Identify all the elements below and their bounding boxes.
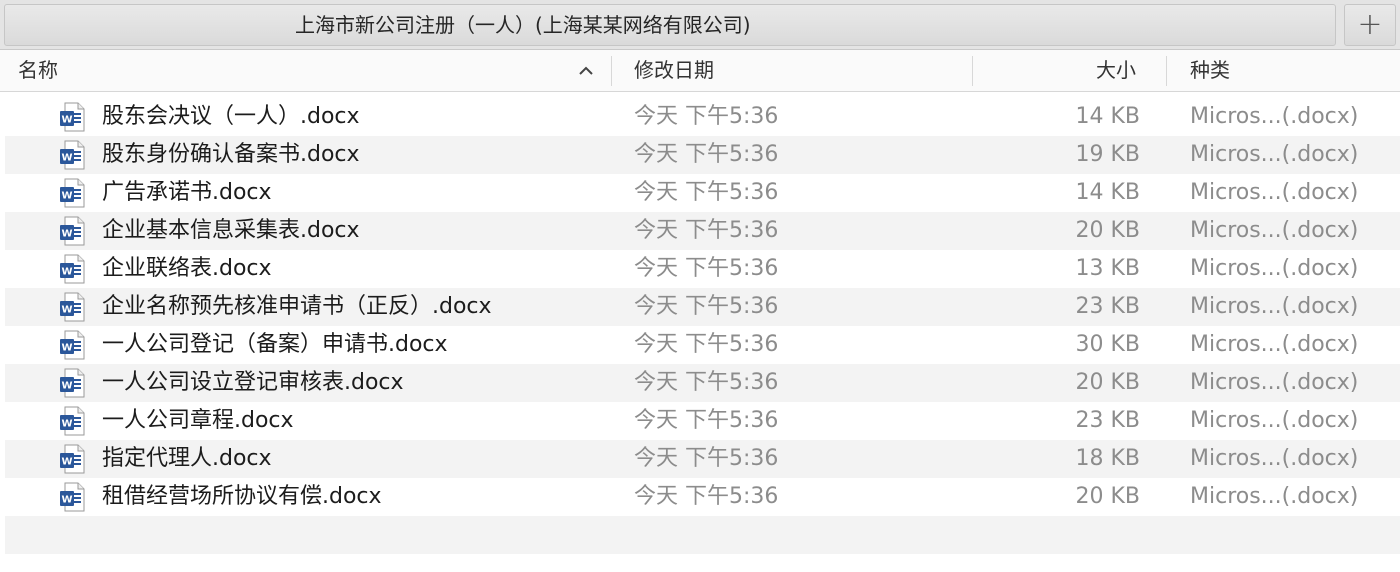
word-document-icon[interactable]: W xyxy=(59,178,87,208)
column-header-size[interactable]: 大小 xyxy=(1096,50,1136,91)
file-name: 广告承诺书.docx xyxy=(102,180,272,205)
word-document-icon[interactable]: W xyxy=(59,482,87,512)
file-row[interactable]: W 企业联络表.docx 今天 下午5:36 13 KB Micros...(.docx… xyxy=(5,250,1400,288)
file-size: 20 KB xyxy=(1075,218,1140,243)
file-modified-date: 今天 下午5:36 xyxy=(634,446,779,471)
file-size: 13 KB xyxy=(1075,256,1140,281)
file-kind: Micros...(.docx) xyxy=(1190,180,1359,205)
file-row[interactable]: W 股东身份确认备案书.docx 今天 下午5:36 19 KB Micros...(.… xyxy=(5,136,1400,174)
column-header-kind[interactable]: 种类 xyxy=(1190,50,1230,91)
file-kind: Micros...(.docx) xyxy=(1190,370,1359,395)
word-document-icon[interactable]: W xyxy=(59,216,87,246)
word-document-icon[interactable]: W xyxy=(59,254,87,284)
file-name: 股东身份确认备案书.docx xyxy=(102,142,360,167)
file-size: 18 KB xyxy=(1075,446,1140,471)
file-size: 20 KB xyxy=(1075,370,1140,395)
svg-text:W: W xyxy=(61,495,72,506)
file-size: 23 KB xyxy=(1075,294,1140,319)
file-list: W 股东会决议（一人）.docx 今天 下午5:36 14 KB Micros...(.… xyxy=(0,92,1400,572)
word-document-icon[interactable]: W xyxy=(59,444,87,474)
file-row[interactable]: W 股东会决议（一人）.docx 今天 下午5:36 14 KB Micros...(.… xyxy=(5,98,1400,136)
column-header-name[interactable]: 名称 xyxy=(18,50,58,91)
column-divider[interactable] xyxy=(972,56,973,86)
file-name: 指定代理人.docx xyxy=(102,446,272,471)
file-name: 企业名称预先核准申请书（正反）.docx xyxy=(102,294,492,319)
svg-text:W: W xyxy=(61,191,72,202)
file-kind: Micros...(.docx) xyxy=(1190,104,1359,129)
file-kind: Micros...(.docx) xyxy=(1190,446,1359,471)
file-modified-date: 今天 下午5:36 xyxy=(634,142,779,167)
file-size: 14 KB xyxy=(1075,180,1140,205)
svg-text:W: W xyxy=(61,115,72,126)
file-kind: Micros...(.docx) xyxy=(1190,142,1359,167)
svg-text:W: W xyxy=(61,343,72,354)
file-kind: Micros...(.docx) xyxy=(1190,408,1359,433)
file-row[interactable]: W 一人公司设立登记审核表.docx 今天 下午5:36 20 KB Micros...… xyxy=(5,364,1400,402)
svg-text:W: W xyxy=(61,419,72,430)
file-modified-date: 今天 下午5:36 xyxy=(634,332,779,357)
file-name: 企业联络表.docx xyxy=(102,256,272,281)
file-row[interactable]: W 广告承诺书.docx 今天 下午5:36 14 KB Micros...(.docx… xyxy=(5,174,1400,212)
empty-row xyxy=(5,516,1400,554)
column-header: 名称 修改日期 大小 种类 xyxy=(0,50,1400,92)
file-size: 20 KB xyxy=(1075,484,1140,509)
file-modified-date: 今天 下午5:36 xyxy=(634,294,779,319)
column-header-date[interactable]: 修改日期 xyxy=(634,50,714,91)
svg-text:W: W xyxy=(61,381,72,392)
file-size: 19 KB xyxy=(1075,142,1140,167)
word-document-icon[interactable]: W xyxy=(59,330,87,360)
svg-text:W: W xyxy=(61,267,72,278)
word-document-icon[interactable]: W xyxy=(59,140,87,170)
file-modified-date: 今天 下午5:36 xyxy=(634,408,779,433)
plus-icon: + xyxy=(1357,7,1383,42)
file-size: 23 KB xyxy=(1075,408,1140,433)
file-row[interactable]: W 一人公司章程.docx 今天 下午5:36 23 KB Micros...(.doc… xyxy=(5,402,1400,440)
word-document-icon[interactable]: W xyxy=(59,406,87,436)
file-row[interactable]: W 租借经营场所协议有偿.docx 今天 下午5:36 20 KB Micros...(… xyxy=(5,478,1400,516)
svg-text:W: W xyxy=(61,457,72,468)
file-name: 一人公司章程.docx xyxy=(102,408,294,433)
file-name: 股东会决议（一人）.docx xyxy=(102,104,360,129)
file-modified-date: 今天 下午5:36 xyxy=(634,180,779,205)
file-row[interactable]: W 企业基本信息采集表.docx 今天 下午5:36 20 KB Micros...(.… xyxy=(5,212,1400,250)
file-kind: Micros...(.docx) xyxy=(1190,256,1359,281)
file-kind: Micros...(.docx) xyxy=(1190,218,1359,243)
file-kind: Micros...(.docx) xyxy=(1190,332,1359,357)
word-document-icon[interactable]: W xyxy=(59,102,87,132)
svg-text:W: W xyxy=(61,153,72,164)
tab-title: 上海市新公司注册（一人）(上海某某网络有限公司) xyxy=(295,13,751,37)
word-document-icon[interactable]: W xyxy=(59,292,87,322)
file-name: 一人公司登记（备案）申请书.docx xyxy=(102,332,448,357)
file-size: 14 KB xyxy=(1075,104,1140,129)
file-modified-date: 今天 下午5:36 xyxy=(634,104,779,129)
file-modified-date: 今天 下午5:36 xyxy=(634,484,779,509)
file-size: 30 KB xyxy=(1075,332,1140,357)
file-name: 租借经营场所协议有偿.docx xyxy=(102,484,382,509)
file-kind: Micros...(.docx) xyxy=(1190,294,1359,319)
svg-text:W: W xyxy=(61,229,72,240)
finder-window: 上海市新公司注册（一人）(上海某某网络有限公司) + 名称 修改日期 大小 种类… xyxy=(0,0,1400,572)
file-row[interactable]: W 企业名称预先核准申请书（正反）.docx 今天 下午5:36 23 KB Micro… xyxy=(5,288,1400,326)
column-divider[interactable] xyxy=(611,56,612,86)
file-row[interactable]: W 一人公司登记（备案）申请书.docx 今天 下午5:36 30 KB Micros.… xyxy=(5,326,1400,364)
empty-row xyxy=(5,554,1400,572)
chevron-up-icon[interactable] xyxy=(578,63,594,79)
file-name: 企业基本信息采集表.docx xyxy=(102,218,360,243)
file-kind: Micros...(.docx) xyxy=(1190,484,1359,509)
file-modified-date: 今天 下午5:36 xyxy=(634,370,779,395)
tab-current-folder[interactable]: 上海市新公司注册（一人）(上海某某网络有限公司) xyxy=(4,4,1336,46)
svg-text:W: W xyxy=(61,305,72,316)
file-row[interactable]: W 指定代理人.docx 今天 下午5:36 18 KB Micros...(.docx… xyxy=(5,440,1400,478)
new-tab-button[interactable]: + xyxy=(1344,4,1396,46)
tab-bar: 上海市新公司注册（一人）(上海某某网络有限公司) + xyxy=(0,0,1400,50)
file-name: 一人公司设立登记审核表.docx xyxy=(102,370,404,395)
column-divider[interactable] xyxy=(1166,56,1167,86)
file-modified-date: 今天 下午5:36 xyxy=(634,218,779,243)
word-document-icon[interactable]: W xyxy=(59,368,87,398)
file-modified-date: 今天 下午5:36 xyxy=(634,256,779,281)
